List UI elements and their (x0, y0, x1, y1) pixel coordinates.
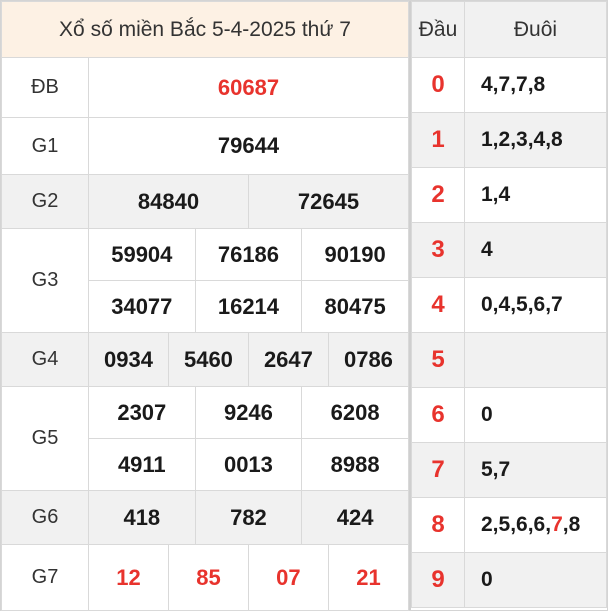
duoi-part: 2,5,6,6, (481, 513, 552, 536)
prize-number: 0786 (327, 332, 410, 387)
prize-number: 76186 (194, 228, 303, 281)
prize-row-g2: G2 84840 72645 (1, 174, 410, 229)
loto-row: 8 2,5,6,6,7,8 (411, 497, 607, 553)
loto-row: 2 1,4 (411, 167, 607, 223)
dau-cell: 0 (411, 57, 465, 113)
loto-header-row: Đầu Đuôi (411, 1, 607, 58)
prize-number: 80475 (301, 280, 409, 333)
prize-label: G7 (1, 544, 89, 611)
prize-table-panel: Xổ số miền Bắc 5-4-2025 thứ 7 ĐB 60687 G… (1, 1, 410, 611)
duoi-cell: 0 (464, 552, 607, 608)
results-frame: Xổ số miền Bắc 5-4-2025 thứ 7 ĐB 60687 G… (0, 0, 608, 611)
prize-number: 6208 (301, 386, 409, 439)
prize-number: 5460 (167, 332, 249, 387)
loto-table-panel: Đầu Đuôi 0 4,7,7,8 1 1,2,3,4,8 2 1,4 3 4… (411, 1, 607, 610)
loto-row: 1 1,2,3,4,8 (411, 112, 607, 168)
dau-cell: 5 (411, 332, 465, 388)
prize-number: 9246 (194, 386, 303, 439)
prize-number: 782 (194, 490, 303, 545)
page-title: Xổ số miền Bắc 5-4-2025 thứ 7 (1, 1, 409, 58)
prize-row-g7: G7 12 85 07 21 (1, 544, 410, 611)
prize-row-g4: G4 0934 5460 2647 0786 (1, 332, 410, 387)
prize-row-g1: G1 79644 (1, 117, 409, 175)
prize-number: 59904 (88, 228, 196, 281)
prize-label: G2 (1, 174, 89, 229)
loto-row: 4 0,4,5,6,7 (411, 277, 607, 333)
duoi-cell (464, 332, 607, 388)
duoi-cell: 4,7,7,8 (464, 57, 607, 113)
duoi-highlight: 7 (551, 513, 563, 536)
prize-number: 424 (301, 490, 409, 545)
prize-number: 34077 (88, 280, 196, 333)
dau-header: Đầu (411, 1, 465, 58)
loto-row: 6 0 (411, 387, 607, 443)
dau-cell: 7 (411, 442, 465, 498)
dau-cell: 2 (411, 167, 465, 223)
prize-number: 84840 (88, 174, 249, 229)
duoi-cell: 0,4,5,6,7 (464, 277, 607, 333)
title-row: Xổ số miền Bắc 5-4-2025 thứ 7 (1, 1, 409, 58)
prize-row-g3: G3 59904 76186 90190 (1, 228, 409, 333)
prize-label: G3 (1, 228, 89, 333)
prize-number: 12 (88, 544, 169, 611)
prize-number: 8988 (301, 438, 409, 491)
duoi-cell: 4 (464, 222, 607, 278)
prize-label: G6 (1, 490, 89, 545)
loto-row: 0 4,7,7,8 (411, 57, 607, 113)
prize-number: 21 (327, 544, 410, 611)
loto-row: 7 5,7 (411, 442, 607, 498)
prize-label: G4 (1, 332, 89, 387)
loto-table: Đầu Đuôi 0 4,7,7,8 1 1,2,3,4,8 2 1,4 3 4… (411, 1, 607, 608)
dau-cell: 3 (411, 222, 465, 278)
dau-cell: 1 (411, 112, 465, 168)
dau-cell: 6 (411, 387, 465, 443)
prize-label: G1 (1, 117, 89, 175)
prize-number: 2647 (247, 332, 329, 387)
prize-row-g5: G5 2307 9246 6208 (1, 386, 409, 491)
loto-row: 9 0 (411, 552, 607, 608)
prize-number: 0934 (88, 332, 169, 387)
duoi-header: Đuôi (464, 1, 607, 58)
prize-number: 79644 (88, 117, 409, 175)
duoi-cell: 1,2,3,4,8 (464, 112, 607, 168)
dau-cell: 8 (411, 497, 465, 553)
prize-row-db: ĐB 60687 (1, 57, 409, 118)
duoi-part: ,8 (562, 513, 581, 536)
dau-cell: 9 (411, 552, 465, 608)
prize-number: 90190 (301, 228, 409, 281)
loto-row: 3 4 (411, 222, 607, 278)
special-prize-number: 60687 (88, 57, 409, 118)
prize-number: 2307 (88, 386, 196, 439)
prize-number: 85 (167, 544, 249, 611)
prize-number: 07 (247, 544, 329, 611)
duoi-cell: 2,5,6,6,7,8 (464, 497, 607, 553)
prize-number: 72645 (247, 174, 410, 229)
duoi-cell: 1,4 (464, 167, 607, 223)
prize-number: 418 (88, 490, 196, 545)
prize-number: 0013 (194, 438, 303, 491)
duoi-cell: 5,7 (464, 442, 607, 498)
duoi-cell: 0 (464, 387, 607, 443)
prize-row-g6: G6 418 782 424 (1, 490, 409, 545)
prize-number: 16214 (194, 280, 303, 333)
prize-label: ĐB (1, 57, 89, 118)
dau-cell: 4 (411, 277, 465, 333)
prize-label: G5 (1, 386, 89, 491)
loto-row: 5 (411, 332, 607, 388)
prize-number: 4911 (88, 438, 196, 491)
prize-table: Xổ số miền Bắc 5-4-2025 thứ 7 ĐB 60687 G… (1, 1, 410, 611)
